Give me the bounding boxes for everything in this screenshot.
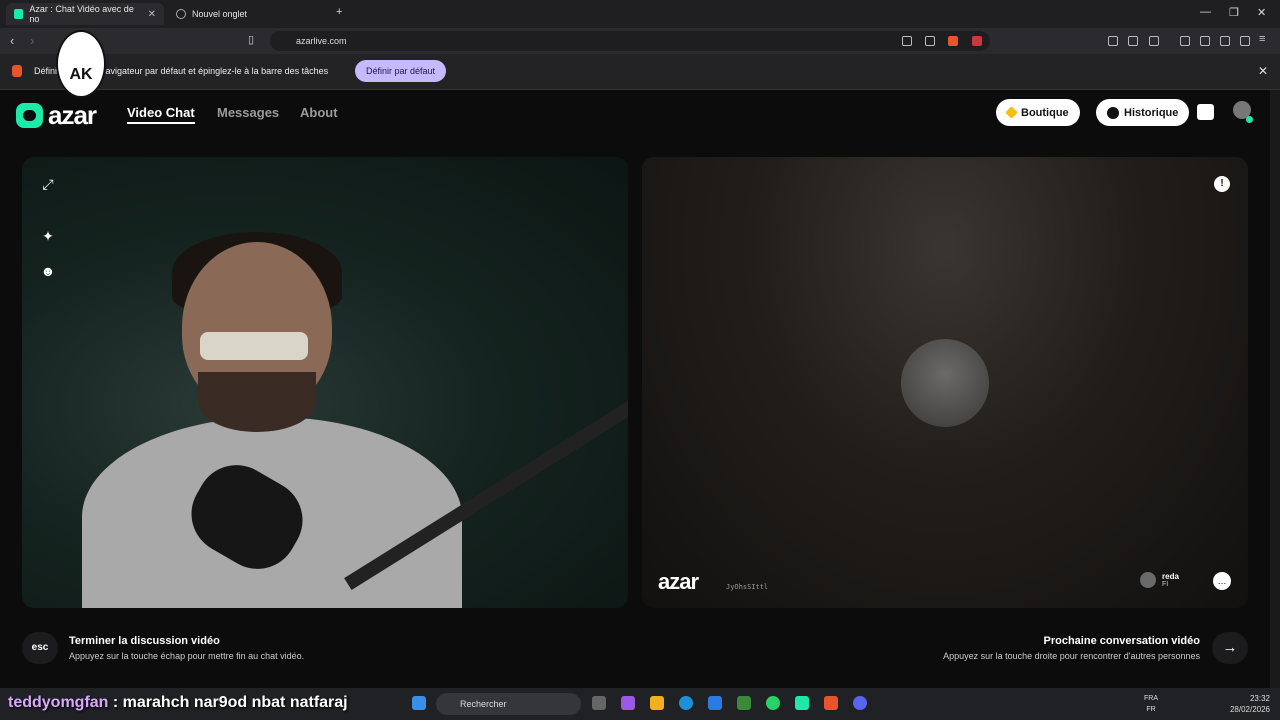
person-beard bbox=[198, 372, 316, 432]
chat-message: : marahch nar9od nbat natfaraj bbox=[112, 694, 348, 711]
azar-watermark: azar bbox=[658, 569, 699, 594]
whatsapp-icon[interactable] bbox=[766, 696, 780, 710]
close-window-icon[interactable]: ✕ bbox=[1257, 6, 1266, 19]
address-bar: ‹ › ▯ azarlive.com ≡ bbox=[0, 28, 1280, 54]
maximize-icon[interactable]: ❐ bbox=[1229, 6, 1239, 19]
peer-name: reda bbox=[1162, 572, 1179, 581]
inbox-icon[interactable] bbox=[1197, 104, 1214, 120]
online-dot-icon bbox=[1246, 116, 1253, 123]
screenshot-icon[interactable] bbox=[1149, 36, 1159, 46]
end-chat-title: Terminer la discussion vidéo bbox=[69, 635, 220, 647]
copilot-icon[interactable] bbox=[621, 696, 635, 710]
lang-top: FRA bbox=[1144, 695, 1158, 702]
peer-country: FI bbox=[1162, 581, 1169, 588]
expand-icon[interactable]: ⤢ bbox=[36, 172, 60, 196]
taskbar-search[interactable]: Rechercher bbox=[436, 693, 581, 715]
nav-video-chat[interactable]: Video Chat bbox=[127, 105, 195, 124]
sidebar-icon[interactable] bbox=[1180, 36, 1190, 46]
task-view-icon[interactable] bbox=[592, 696, 606, 710]
vpn-icon[interactable] bbox=[1240, 36, 1250, 46]
end-chat-subtitle: Appuyez sur la touche échap pour mettre … bbox=[69, 651, 305, 661]
wallet-icon[interactable] bbox=[1200, 36, 1210, 46]
next-chat-title: Prochaine conversation vidéo bbox=[1043, 635, 1201, 647]
remote-avatar bbox=[901, 339, 989, 427]
app-icon[interactable] bbox=[737, 696, 751, 710]
report-icon[interactable]: ! bbox=[1214, 176, 1230, 192]
brave-shields-icon[interactable] bbox=[948, 36, 958, 46]
remote-video-pane: ! azar JyOhsSIttl reda FI … bbox=[642, 157, 1248, 608]
back-icon[interactable]: ‹ bbox=[10, 33, 14, 48]
clock[interactable]: 23:32 28/02/2026 bbox=[1230, 693, 1270, 715]
share-icon[interactable] bbox=[925, 36, 935, 46]
azar-favicon-icon bbox=[14, 9, 24, 19]
puzzle-icon[interactable] bbox=[1128, 36, 1138, 46]
lang-bottom: FR bbox=[1146, 706, 1156, 713]
tab-label: Nouvel onglet bbox=[192, 9, 248, 19]
shop-label: Boutique bbox=[1021, 106, 1069, 119]
nav-messages[interactable]: Messages bbox=[217, 105, 279, 120]
url-field[interactable]: azarlive.com bbox=[270, 31, 990, 51]
peer-info[interactable]: reda FI bbox=[1140, 572, 1179, 588]
nav-about[interactable]: About bbox=[300, 105, 338, 120]
chat-bubble-icon[interactable]: … bbox=[1213, 572, 1231, 590]
close-tab-icon[interactable]: ✕ bbox=[148, 9, 156, 20]
sticker-icon[interactable]: ☻ bbox=[36, 259, 60, 283]
azar-logo[interactable]: azar bbox=[16, 100, 97, 131]
local-video-pane: ⤢ ✦ ☻ bbox=[22, 157, 628, 608]
azar-app-icon[interactable] bbox=[795, 696, 809, 710]
history-label: Historique bbox=[1124, 106, 1179, 119]
tab-azar[interactable]: Azar : Chat Vidéo avec de no ✕ bbox=[6, 3, 164, 25]
language-indicator[interactable]: FRA FR bbox=[1144, 693, 1158, 715]
next-chat-subtitle: Appuyez sur la touche droite pour rencon… bbox=[943, 651, 1200, 661]
menu-icon[interactable]: ≡ bbox=[1259, 33, 1265, 45]
magic-wand-icon[interactable]: ✦ bbox=[36, 224, 60, 248]
streamer-logo: AK bbox=[56, 30, 106, 98]
start-icon[interactable] bbox=[412, 696, 426, 710]
forward-icon[interactable]: › bbox=[30, 33, 34, 48]
tab-label: Azar : Chat Vidéo avec de no bbox=[29, 4, 134, 24]
brave-icon[interactable] bbox=[824, 696, 838, 710]
azar-logo-text: azar bbox=[48, 100, 97, 130]
brave-rewards-icon[interactable] bbox=[972, 36, 982, 46]
person-sunglasses bbox=[200, 332, 308, 360]
clock-date: 28/02/2026 bbox=[1229, 705, 1270, 714]
minimize-icon[interactable]: — bbox=[1200, 6, 1211, 18]
clock-time: 23:32 bbox=[1249, 694, 1270, 703]
history-button[interactable]: Historique bbox=[1096, 99, 1190, 126]
shop-button[interactable]: Boutique bbox=[996, 99, 1080, 126]
discord-icon[interactable] bbox=[853, 696, 867, 710]
extension-icon[interactable] bbox=[1108, 36, 1118, 46]
stream-chat-overlay: teddyomgfan : marahch nar9od nbat natfar… bbox=[8, 694, 348, 712]
next-arrow-button[interactable]: → bbox=[1212, 632, 1248, 664]
shield-icon bbox=[176, 9, 186, 19]
set-default-button[interactable]: Définir par défaut bbox=[355, 60, 447, 82]
infobar-close-icon[interactable]: ✕ bbox=[1258, 64, 1268, 78]
page-scrollbar[interactable] bbox=[1270, 90, 1280, 688]
esc-button[interactable]: esc bbox=[22, 632, 58, 664]
bookmark-icon[interactable]: ▯ bbox=[248, 33, 254, 46]
cast-icon[interactable] bbox=[902, 36, 912, 46]
tab-new[interactable]: Nouvel onglet bbox=[168, 3, 328, 25]
default-browser-infobar: Défini… comme navigateur par défaut et é… bbox=[0, 54, 1280, 90]
edge-icon[interactable] bbox=[679, 696, 693, 710]
gem-icon bbox=[1005, 106, 1018, 119]
clock-icon bbox=[1107, 106, 1119, 119]
new-tab-button[interactable]: + bbox=[336, 6, 342, 18]
peer-avatar bbox=[1140, 572, 1156, 588]
file-explorer-icon[interactable] bbox=[650, 696, 664, 710]
azar-logo-icon bbox=[16, 103, 43, 128]
chat-username: teddyomgfan bbox=[8, 694, 109, 711]
leo-icon[interactable] bbox=[1220, 36, 1230, 46]
browser-tab-bar: Azar : Chat Vidéo avec de no ✕ Nouvel on… bbox=[0, 0, 1280, 28]
brave-logo-icon bbox=[12, 65, 22, 77]
store-icon[interactable] bbox=[708, 696, 722, 710]
session-id: JyOhsSIttl bbox=[726, 583, 769, 591]
